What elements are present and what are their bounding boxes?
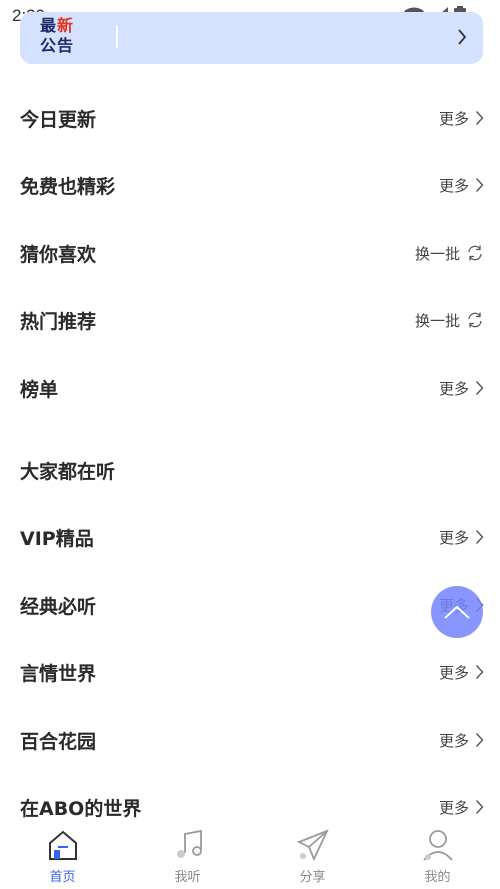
chevron-right-icon <box>475 664 484 680</box>
section-title: VIP精品 <box>20 527 94 550</box>
section-title: 今日更新 <box>20 108 97 131</box>
chevron-right-icon <box>475 529 484 545</box>
section-action-label: 更多 <box>438 528 469 547</box>
announcement-tag-line-2: 公告 <box>40 36 75 55</box>
announcement-tag-char-1: 最 <box>40 16 58 35</box>
section-header: 百合花园 更多 <box>20 726 484 754</box>
tab-label: 我的 <box>424 870 451 885</box>
section-title: 大家都在听 <box>20 460 116 483</box>
section-title: 言情世界 <box>20 662 97 685</box>
chevron-right-icon <box>475 380 484 396</box>
tab-mine[interactable]: 我的 <box>375 820 500 889</box>
announcement-tag: 最新 公告 <box>40 16 80 56</box>
tab-home[interactable]: 首页 <box>0 820 125 889</box>
refresh-icon <box>466 244 484 262</box>
section-action-label: 更多 <box>438 379 469 398</box>
section-action-label: 更多 <box>438 798 469 817</box>
chevron-right-icon <box>475 732 484 748</box>
paper-plane-icon <box>296 826 330 864</box>
section-action-label: 换一批 <box>414 244 460 263</box>
more-button[interactable]: 更多 <box>439 797 484 818</box>
section-header: 猜你喜欢 换一批 <box>20 239 484 267</box>
section-title: 榜单 <box>20 378 59 401</box>
section-header: 言情世界 更多 <box>20 658 484 686</box>
section-title: 免费也精彩 <box>20 175 116 198</box>
section-action-label: 换一批 <box>414 311 460 330</box>
chevron-right-icon <box>475 799 484 815</box>
announcement-tag-char-2: 新 <box>57 16 75 35</box>
section-header: VIP精品 更多 <box>20 523 484 551</box>
user-icon <box>421 826 455 864</box>
section-header: 经典必听更多 <box>20 591 484 619</box>
home-icon <box>46 826 80 864</box>
section-header: 今日更新 更多 <box>20 104 484 132</box>
refresh-button[interactable]: 换一批 <box>415 310 484 331</box>
section-title: 在ABO的世界 <box>20 797 142 820</box>
more-button[interactable]: 更多 <box>439 730 484 751</box>
section-header: 免费也精彩 更多 <box>20 171 484 199</box>
more-button[interactable]: 更多 <box>439 175 484 196</box>
chevron-up-icon <box>444 605 470 619</box>
bottom-tab-bar: 首页 我听 分享 我的 <box>0 820 500 889</box>
more-button[interactable]: 更多 <box>439 108 484 129</box>
back-to-top-button[interactable] <box>431 586 483 638</box>
section-header: 榜单 更多 <box>20 374 484 402</box>
section-title: 百合花园 <box>20 730 97 753</box>
tab-listen[interactable]: 我听 <box>125 820 250 889</box>
refresh-button[interactable]: 换一批 <box>415 243 484 264</box>
music-note-icon <box>171 826 205 864</box>
section-header: 大家都在听 <box>20 456 484 484</box>
more-button[interactable]: 更多 <box>439 527 484 548</box>
refresh-icon <box>466 311 484 329</box>
chevron-right-icon <box>475 177 484 193</box>
section-title: 经典必听 <box>20 595 97 618</box>
section-action-label: 更多 <box>438 176 469 195</box>
tab-label: 分享 <box>299 870 326 885</box>
more-button[interactable]: 更多 <box>439 662 484 683</box>
chevron-right-icon <box>475 110 484 126</box>
section-action-label: 更多 <box>438 663 469 682</box>
tab-label: 我听 <box>174 870 201 885</box>
announcement-banner[interactable]: 最新 公告 <box>20 12 483 64</box>
section-header: 热门推荐 换一批 <box>20 306 484 334</box>
section-header: 在ABO的世界 更多 <box>20 793 484 821</box>
more-button[interactable]: 更多 <box>439 378 484 399</box>
tab-label: 首页 <box>49 870 76 885</box>
section-title: 猜你喜欢 <box>20 243 97 266</box>
tab-share[interactable]: 分享 <box>250 820 375 889</box>
section-action-label: 更多 <box>438 731 469 750</box>
section-action-label: 更多 <box>438 109 469 128</box>
section-title: 热门推荐 <box>20 310 97 333</box>
announcement-divider <box>116 26 118 48</box>
chevron-right-icon[interactable] <box>457 28 467 46</box>
